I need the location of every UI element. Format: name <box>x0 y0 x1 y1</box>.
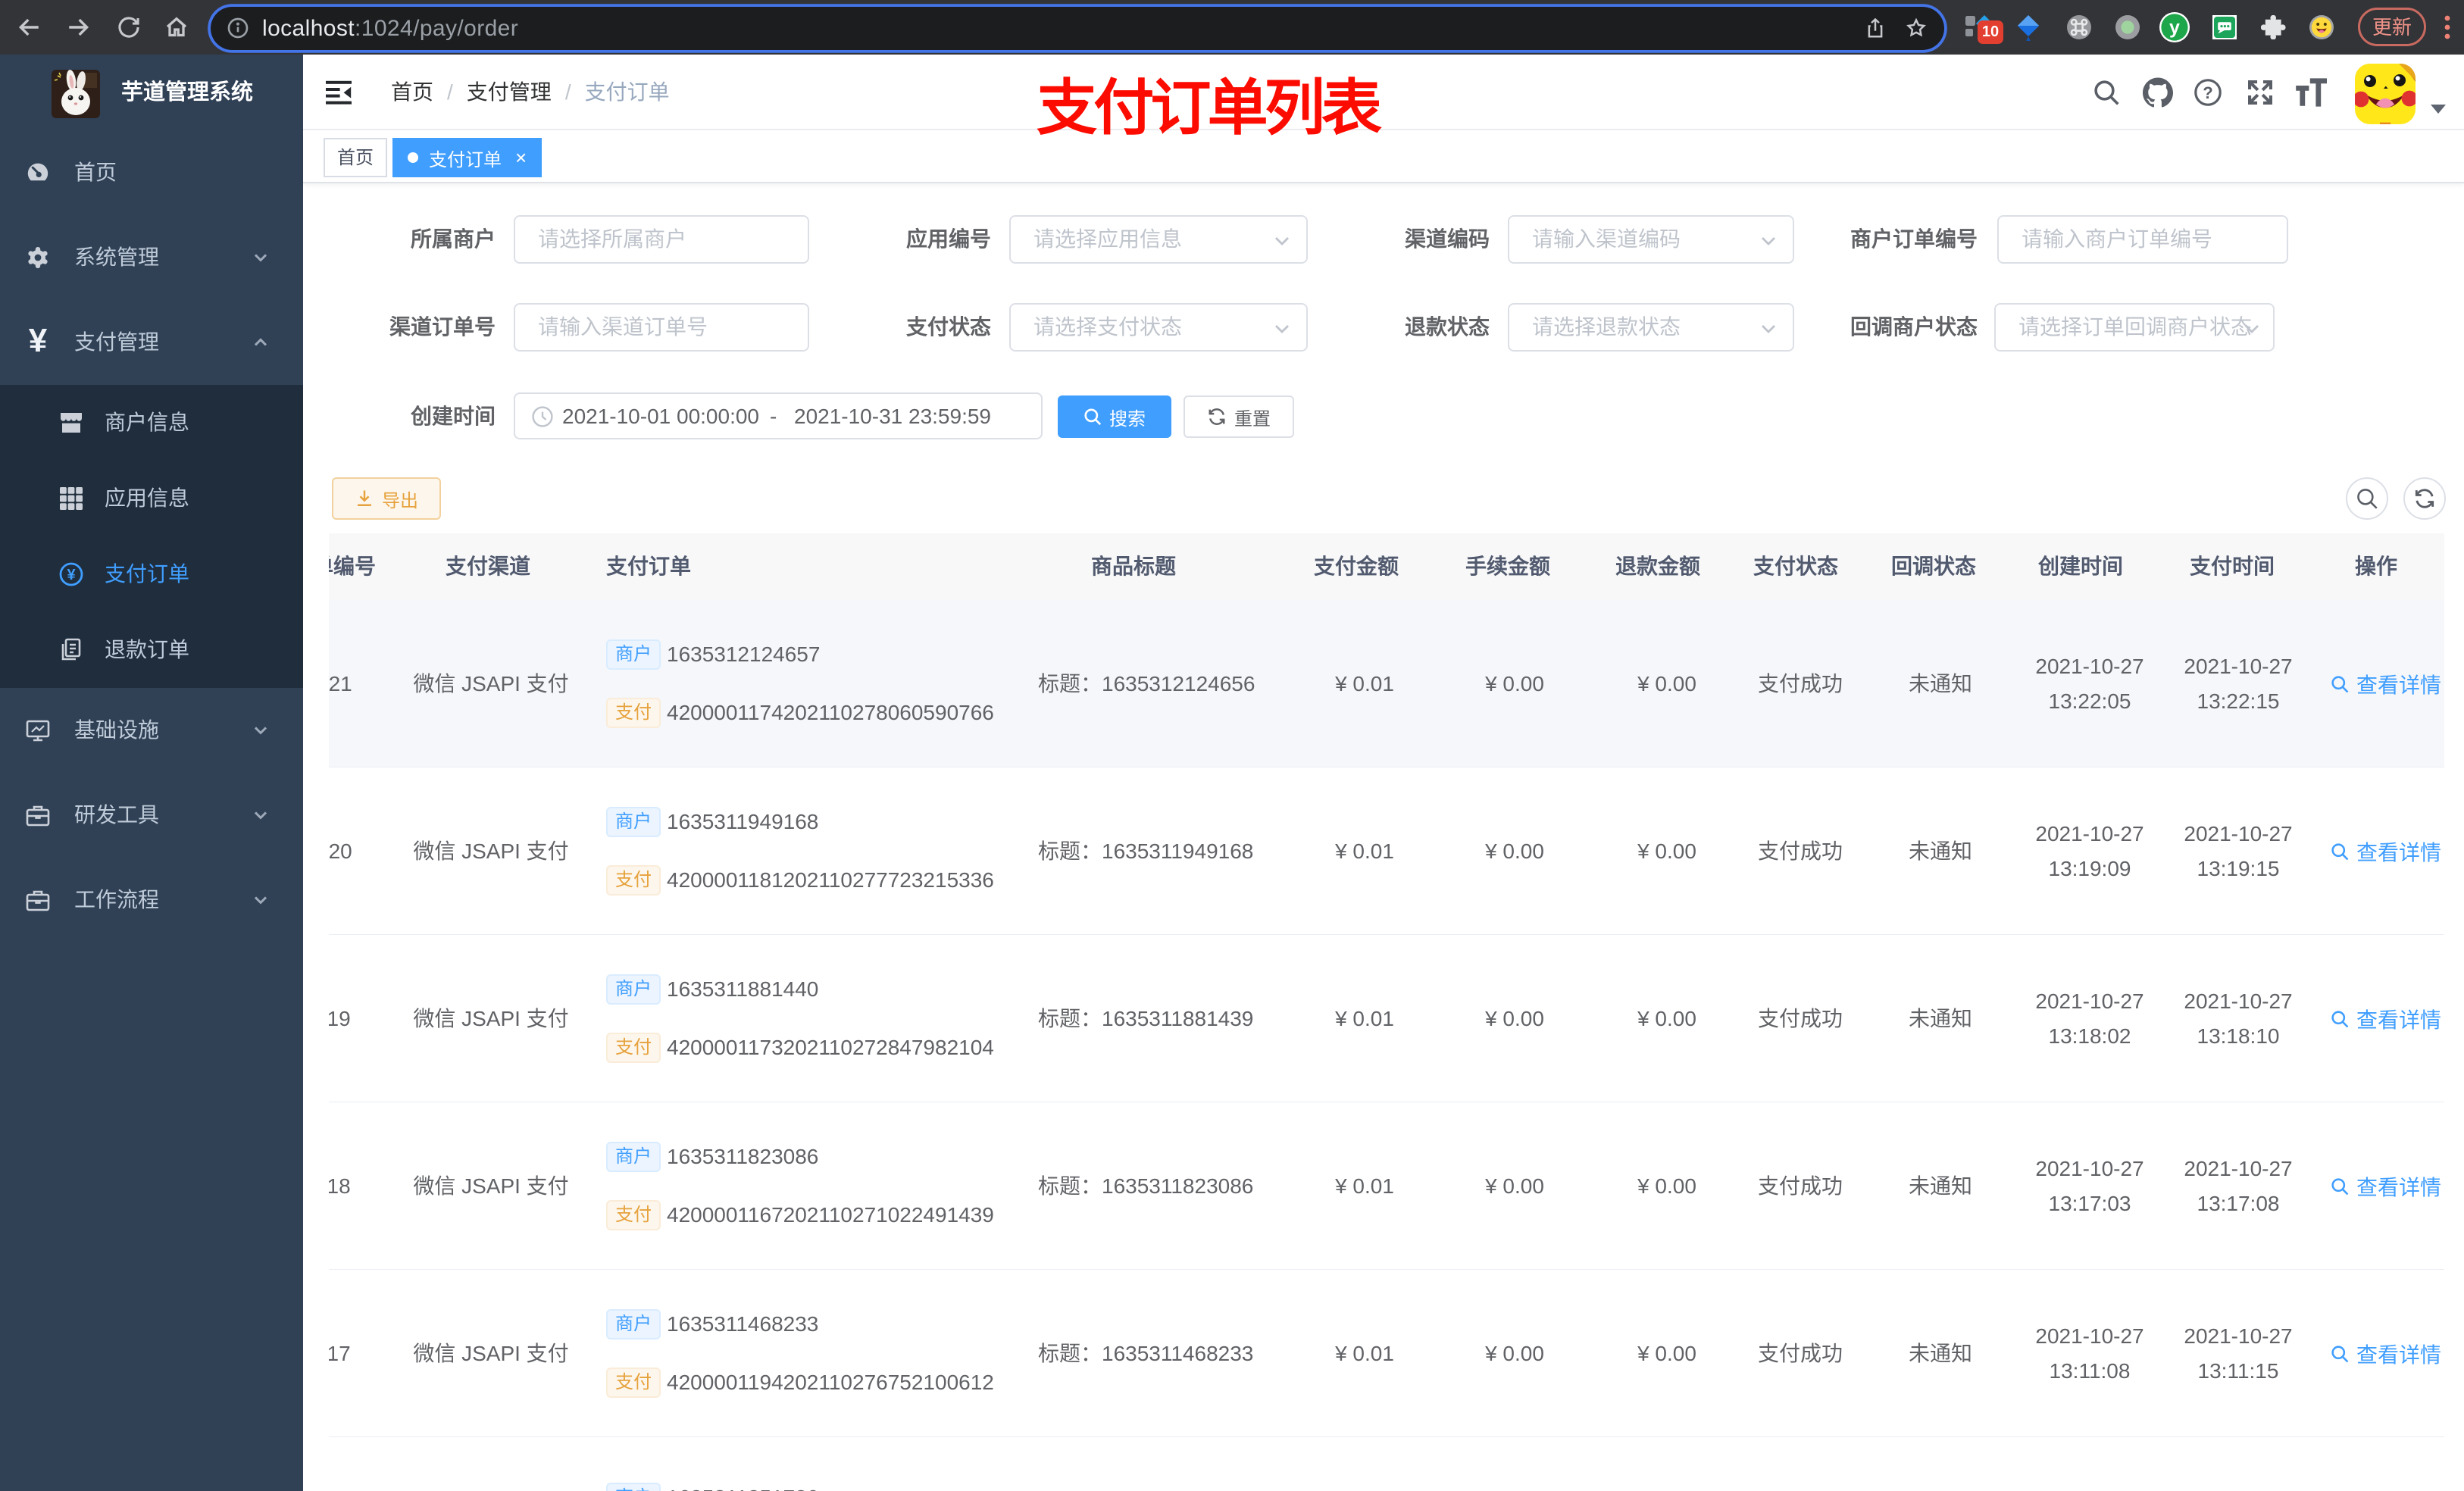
svg-text:?: ? <box>2203 83 2212 102</box>
svg-text:¥: ¥ <box>67 567 76 583</box>
svg-text:y: y <box>2169 17 2180 38</box>
